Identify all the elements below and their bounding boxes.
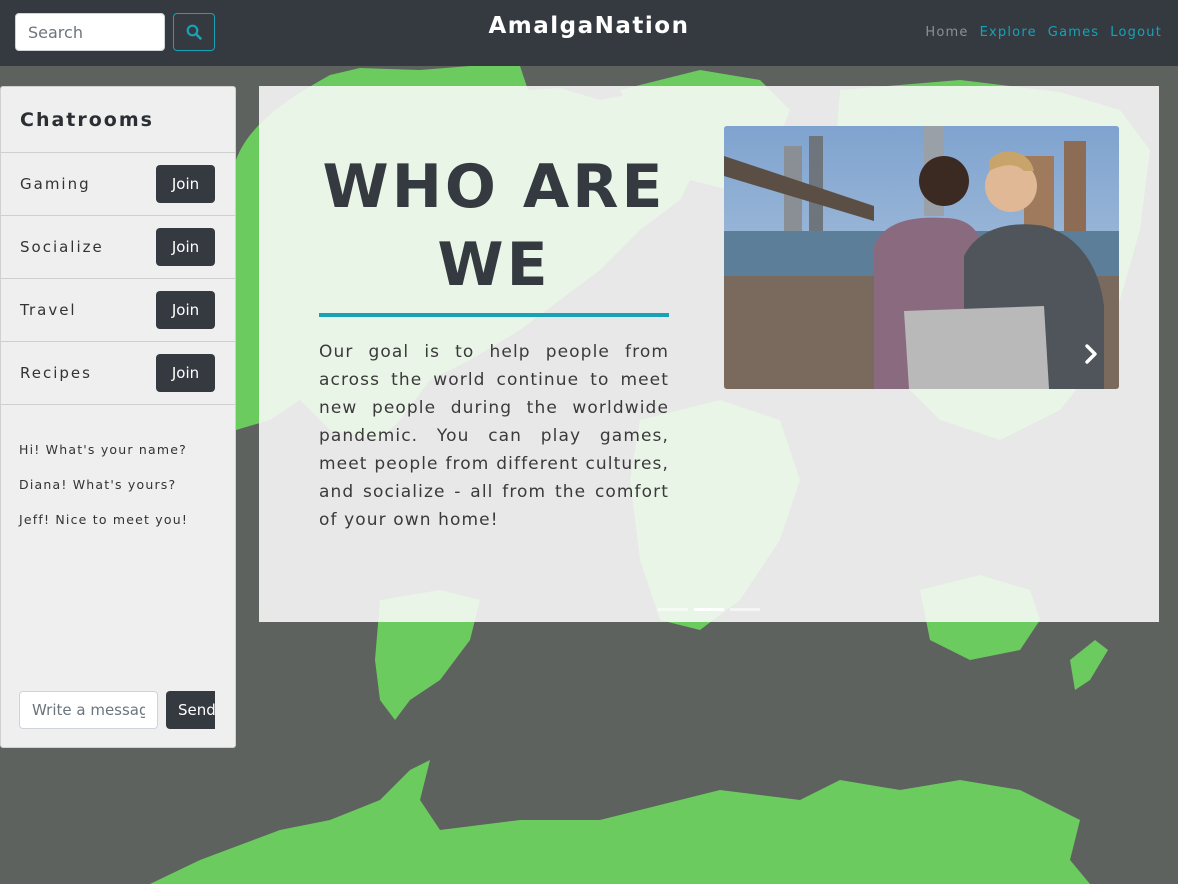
chatroom-travel: Travel Join [1, 279, 235, 342]
chevron-right-icon[interactable] [1079, 342, 1103, 366]
chatroom-gaming: Gaming Join [1, 153, 235, 216]
nav-links: Home Explore Games Logout [925, 25, 1162, 40]
chat-sidebar: Chatrooms Gaming Join Socialize Join Tra… [0, 86, 236, 748]
chatroom-label: Gaming [20, 175, 91, 193]
join-travel-button[interactable]: Join [156, 291, 215, 329]
chat-message: Diana! What's yours? [19, 477, 177, 492]
photo-illustration [724, 126, 1119, 389]
carousel-indicators [658, 608, 760, 611]
nav-games[interactable]: Games [1048, 25, 1099, 40]
carousel-indicator[interactable] [730, 608, 760, 611]
nav-explore[interactable]: Explore [980, 25, 1037, 40]
chatroom-socialize: Socialize Join [1, 216, 235, 279]
join-socialize-button[interactable]: Join [156, 228, 215, 266]
chatroom-recipes: Recipes Join [1, 342, 235, 405]
sidebar-title: Chatrooms [1, 87, 235, 153]
hero-description: Our goal is to help people from across t… [319, 342, 669, 530]
nav-home[interactable]: Home [925, 25, 968, 40]
carousel-indicator[interactable] [658, 608, 688, 611]
chatroom-label: Recipes [20, 364, 92, 382]
send-button[interactable]: Send [166, 691, 215, 729]
chat-message: Hi! What's your name? [19, 442, 187, 457]
hero-carousel: WHO ARE WE Our goal is to help people fr… [259, 86, 1159, 622]
navbar: AmalgaNation Home Explore Games Logout [0, 0, 1178, 66]
join-gaming-button[interactable]: Join [156, 165, 215, 203]
nav-logout[interactable]: Logout [1110, 25, 1162, 40]
chat-message: Jeff! Nice to meet you! [19, 512, 189, 527]
chat-messages: Hi! What's your name? Diana! What's your… [1, 405, 235, 540]
hero-heading: WHO ARE WE [322, 152, 666, 300]
chatroom-label: Socialize [20, 238, 104, 256]
message-input[interactable] [19, 691, 158, 729]
carousel-indicator[interactable] [694, 608, 724, 611]
hero-photo [724, 126, 1119, 389]
join-recipes-button[interactable]: Join [156, 354, 215, 392]
chatroom-label: Travel [20, 301, 77, 319]
hero-divider [319, 313, 669, 317]
